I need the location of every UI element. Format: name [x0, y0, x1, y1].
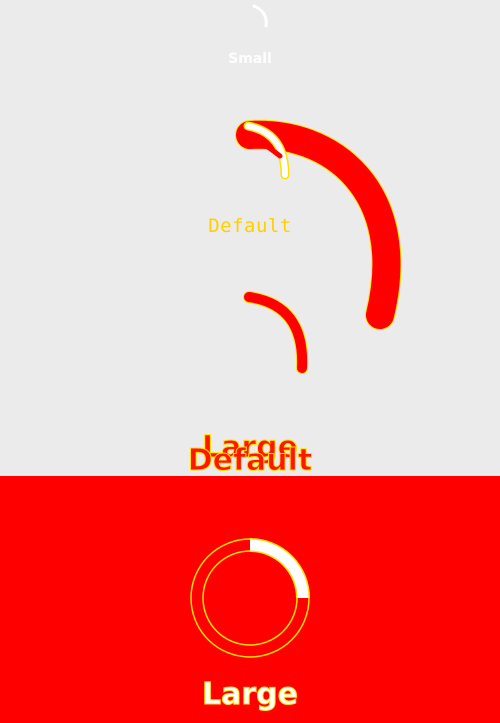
small-spinner-arc [252, 4, 268, 28]
default-spinner-label: Default [208, 215, 292, 237]
spinner-demo-screen: Small Default Large Default Large [0, 0, 500, 723]
large-spinner-label: Large [202, 677, 299, 713]
spinner-graphics [190, 4, 402, 658]
default-spinner-ghost-label: Default [187, 443, 313, 479]
small-spinner-label: Small [228, 51, 272, 67]
large-spinner-indicator-fill [249, 539, 309, 599]
default-spinner-arc-fill [244, 292, 308, 373]
